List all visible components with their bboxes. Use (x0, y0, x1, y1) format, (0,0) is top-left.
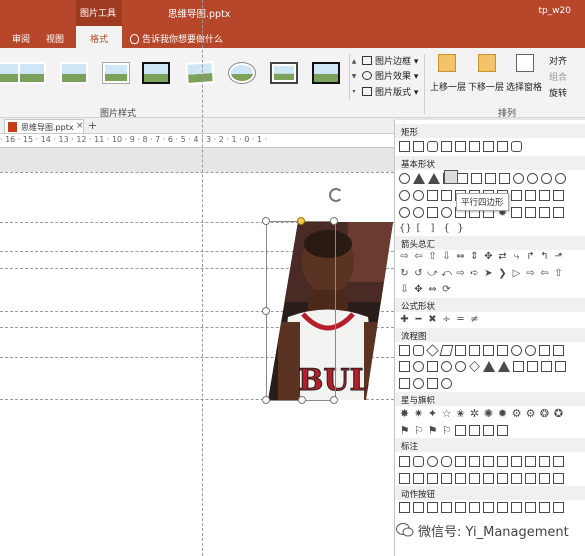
group-button[interactable]: 组合 (549, 70, 567, 83)
rectangle-shapes[interactable] (399, 141, 522, 152)
parallelogram-shape-hover[interactable] (444, 170, 458, 184)
section-flowchart: 流程图 (395, 328, 585, 342)
bring-forward-icon (438, 54, 456, 72)
group-label-arrange: 排列 (498, 109, 517, 119)
group-divider (424, 54, 425, 114)
adjust-handle[interactable] (297, 217, 305, 225)
equation-shapes[interactable]: ✚ ━ ✖ ÷ ═ ≠ (399, 314, 480, 325)
new-tab-button[interactable]: + (88, 119, 97, 132)
section-stars-banners: 星与旗帜 (395, 392, 585, 406)
basic-shapes-row-4[interactable]: {}[]{} (399, 223, 466, 234)
stars-row-1[interactable]: ✸ ✷ ✦ ☆ ✬ ✲ ✺ ✹ ⚙ ⚙ ❂ ✪ (399, 408, 564, 419)
gallery-scroll[interactable]: ▲ ▼ ▾ (349, 54, 358, 100)
picture-style-6[interactable] (185, 61, 215, 85)
picture-style-4[interactable] (102, 62, 130, 84)
shape-tooltip: 平行四边形 (456, 193, 509, 211)
resize-handle[interactable] (262, 396, 270, 404)
action-buttons-row[interactable] (399, 502, 564, 513)
section-equation-shapes: 公式形状 (395, 298, 585, 312)
powerpoint-file-icon (8, 122, 17, 132)
picture-style-5[interactable] (142, 62, 170, 84)
block-arrows-row-2[interactable]: ↻ ↺ ⤻ ⤺ ⇨ ➪ ➤ ❯ ▷ ⇨ ⇦ ⇧ (399, 268, 564, 279)
picture-style-8[interactable] (270, 62, 298, 84)
picture-border-button[interactable]: 图片边框 ▾ (362, 54, 418, 67)
align-button[interactable]: 对齐 (549, 54, 567, 67)
flowchart-row-1[interactable] (399, 344, 564, 357)
picture-layout-button[interactable]: 图片版式 ▾ (362, 85, 418, 98)
picture-style-3[interactable] (60, 62, 88, 84)
watermark-text: 微信号: Yi_Management (418, 525, 569, 540)
chevron-down-icon: ▼ (351, 73, 357, 80)
selection-box (266, 221, 336, 401)
section-callouts: 标注 (395, 438, 585, 452)
send-backward-icon (478, 54, 496, 72)
stars-row-2[interactable]: ⚑ ⚐ ⚑ ⚐ (399, 425, 508, 436)
selection-pane-button[interactable]: 选择窗格 (506, 80, 542, 93)
ribbon: ▲ ▼ ▾ 图片边框 ▾ 图片效果 ▾ 图片版式 ▾ 上移一层 下移一层 选择窗格 … (0, 48, 585, 119)
effects-icon (362, 71, 372, 80)
resize-handle[interactable] (330, 217, 338, 225)
border-icon (362, 56, 372, 65)
tab-review[interactable]: 审阅 (12, 32, 30, 45)
section-basic-shapes: 基本形状 (395, 156, 585, 170)
selection-pane-icon (516, 54, 534, 72)
window-title: 思维导图.pptx (168, 9, 231, 20)
picture-style-7[interactable] (228, 62, 256, 84)
shapes-gallery: 矩形 基本形状 ✹ {}[]{} 箭头总汇 ⇨ ⇦ ⇧ ⇩ ⇔ ⇕ ✥ ⇄ ⤷ ↱ ↰ ⬏ ↻ ↺ ⤻ ⤺ ⇨… (394, 120, 585, 556)
block-arrows-row-3[interactable]: ⇩ ✥ ⇔ ⟳ (399, 284, 452, 295)
flowchart-row-3[interactable] (399, 378, 452, 389)
lightbulb-icon (130, 34, 139, 44)
document-tab-label: 思维导图.pptx (21, 123, 74, 132)
layout-icon (362, 87, 372, 96)
wechat-watermark: 微信号: Yi_Management (396, 520, 585, 544)
document-tab[interactable]: 思维导图.pptx × (4, 119, 84, 134)
picture-style-2[interactable] (18, 62, 46, 84)
tell-me-box[interactable]: 告诉我你想要做什么 (130, 32, 223, 45)
title-right-text: tp_w20 (538, 6, 571, 16)
close-icon[interactable]: × (76, 121, 84, 131)
callouts-row-1[interactable] (399, 456, 564, 467)
tell-me-label: 告诉我你想要做什么 (142, 35, 224, 45)
wechat-icon (396, 523, 414, 537)
basic-shapes-row-1[interactable] (399, 173, 566, 184)
resize-handle[interactable] (330, 396, 338, 404)
section-block-arrows: 箭头总汇 (395, 236, 585, 250)
section-rectangle: 矩形 (395, 124, 585, 138)
tab-format[interactable]: 格式 (76, 26, 122, 48)
send-backward-button[interactable]: 下移一层 (468, 80, 504, 93)
flowchart-row-2[interactable] (399, 361, 566, 372)
contextual-tab-group-label: 图片工具 (80, 9, 117, 19)
resize-handle[interactable] (262, 217, 270, 225)
horizontal-ruler: · 16 · 15 · 14 · 13 · 12 · 11 · 10 · 9 ·… (0, 134, 394, 148)
more-icon: ▾ (352, 88, 356, 95)
bring-forward-button[interactable]: 上移一层 (430, 80, 466, 93)
chevron-up-icon: ▲ (351, 58, 357, 65)
rotate-icon[interactable] (329, 188, 343, 202)
rotate-button[interactable]: 旋转 (549, 86, 567, 99)
block-arrows-row-1[interactable]: ⇨ ⇦ ⇧ ⇩ ⇔ ⇕ ✥ ⇄ ⤷ ↱ ↰ ⬏ (399, 251, 564, 262)
picture-style-9[interactable] (312, 62, 340, 84)
callouts-row-2[interactable] (399, 473, 564, 484)
resize-handle[interactable] (262, 307, 270, 315)
tab-view[interactable]: 视图 (46, 32, 64, 45)
picture-effects-button[interactable]: 图片效果 ▾ (362, 69, 418, 82)
resize-handle[interactable] (298, 396, 306, 404)
guide-line[interactable] (0, 172, 394, 173)
guide-line[interactable] (202, 0, 203, 556)
section-action-buttons: 动作按钮 (395, 486, 585, 500)
